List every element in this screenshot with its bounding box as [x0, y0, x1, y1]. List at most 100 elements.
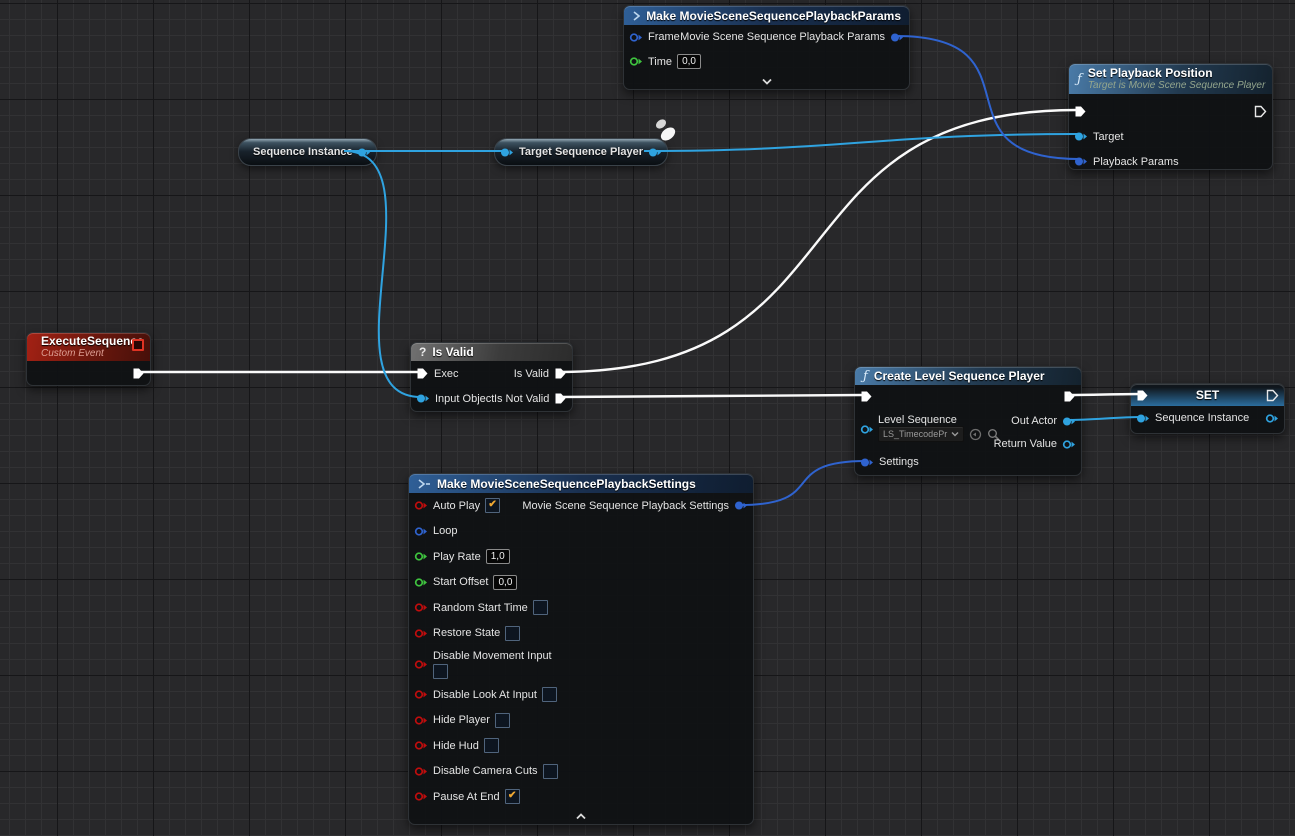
pin-hide-hud[interactable]: [414, 740, 428, 751]
pin-label-start-offset: Start Offset: [433, 576, 488, 588]
pin-target-in[interactable]: [500, 147, 514, 158]
pin-playback-params[interactable]: [1074, 156, 1088, 167]
node-get-sequence-instance[interactable]: Sequence Instance: [238, 138, 377, 166]
node-subtitle: Target is Movie Scene Sequence Player: [1088, 80, 1266, 91]
auto-play-checkbox[interactable]: ✔: [485, 498, 500, 513]
wire-settings-to-create: [740, 461, 866, 505]
pin-time[interactable]: [629, 56, 643, 67]
node-make-playback-settings[interactable]: Make MovieSceneSequencePlaybackSettings …: [408, 473, 754, 825]
event-delegate-pin[interactable]: [132, 339, 144, 351]
node-is-valid[interactable]: ? Is Valid Exec Is Valid Input Object Is…: [410, 342, 573, 412]
pin-label-hide-hud: Hide Hud: [433, 740, 479, 752]
expand-chevron-icon[interactable]: [761, 73, 773, 88]
pin-label-play-rate: Play Rate: [433, 551, 481, 563]
make-struct-icon: [632, 11, 640, 21]
pin-exec-in[interactable]: [1136, 389, 1149, 402]
pin-sequence-player-out[interactable]: [648, 147, 662, 158]
pin-label-disable-look-at-input: Disable Look At Input: [433, 689, 537, 701]
pin-out-actor[interactable]: [1062, 416, 1076, 427]
pin-pause-at-end[interactable]: [414, 791, 428, 802]
pin-settings-output[interactable]: [734, 500, 748, 511]
variable-label: Sequence Instance: [253, 146, 353, 158]
pin-label-target: Target: [1093, 131, 1124, 143]
pin-label-exec: Exec: [434, 368, 458, 380]
node-set-playback-position[interactable]: ƒ Set Playback Position Target is Movie …: [1068, 63, 1273, 170]
pin-frame[interactable]: [629, 32, 643, 43]
random-start-time-checkbox[interactable]: [533, 600, 548, 615]
node-subtitle: Custom Event: [41, 348, 144, 359]
pin-is-not-valid-out[interactable]: [554, 392, 567, 405]
node-title: Set Playback Position: [1088, 67, 1266, 80]
pin-label-settings-output: Movie Scene Sequence Playback Settings: [522, 500, 729, 512]
pin-exec-in[interactable]: [860, 390, 873, 403]
pin-label-playback-params: Playback Params: [1093, 156, 1179, 168]
pin-restore-state[interactable]: [414, 628, 428, 639]
pin-label-is-valid: Is Valid: [514, 368, 549, 380]
node-execute-sequence-event[interactable]: ExecuteSequence Custom Event: [26, 332, 151, 386]
pin-exec-out[interactable]: [1063, 390, 1076, 403]
node-title: ExecuteSequence: [41, 335, 144, 348]
pin-exec-out[interactable]: [1266, 389, 1279, 402]
pin-label-input-object: Input Object: [435, 393, 494, 405]
pin-disable-movement-input[interactable]: [414, 659, 428, 670]
pin-sequence-instance-out[interactable]: [1265, 413, 1279, 424]
function-icon: ƒ: [1077, 73, 1082, 86]
pin-label-sequence-player: Sequence Player: [555, 146, 643, 158]
wire-params-to-playbackparams: [896, 36, 1079, 159]
pin-random-start-time[interactable]: [414, 602, 428, 613]
pin-settings[interactable]: [860, 457, 874, 468]
pin-label-return-value: Return Value: [994, 438, 1057, 450]
pin-label-auto-play: Auto Play: [433, 500, 480, 512]
pin-is-valid-out[interactable]: [554, 367, 567, 380]
pin-start-offset[interactable]: [414, 577, 428, 588]
pin-input-object[interactable]: [416, 393, 430, 404]
pin-params-output[interactable]: [890, 32, 904, 43]
function-icon: ƒ: [863, 370, 868, 383]
disable-camera-cuts-checkbox[interactable]: [543, 764, 558, 779]
collapse-chevron-icon[interactable]: [575, 808, 587, 823]
node-get-sequence-player[interactable]: Target Sequence Player: [494, 138, 668, 166]
pin-disable-camera-cuts[interactable]: [414, 766, 428, 777]
pin-play-rate[interactable]: [414, 551, 428, 562]
hide-player-checkbox[interactable]: [495, 713, 510, 728]
hide-hud-checkbox[interactable]: [484, 738, 499, 753]
pin-label-pause-at-end: Pause At End: [433, 791, 500, 803]
node-set-sequence-instance[interactable]: SET Sequence Instance: [1130, 383, 1285, 434]
node-title: Create Level Sequence Player: [874, 369, 1045, 383]
pin-target[interactable]: [1074, 131, 1088, 142]
pin-label-restore-state: Restore State: [433, 627, 500, 639]
pin-label-frame: Frame: [648, 31, 680, 43]
pin-label-disable-camera-cuts: Disable Camera Cuts: [433, 765, 538, 777]
node-create-level-sequence-player[interactable]: ƒ Create Level Sequence Player Level Seq…: [854, 366, 1082, 476]
pin-exec-out[interactable]: [1254, 105, 1267, 118]
pin-exec-in[interactable]: [1074, 105, 1087, 118]
node-make-playback-params[interactable]: Make MovieSceneSequencePlaybackParams Fr…: [623, 5, 910, 90]
play-rate-input[interactable]: 1,0: [486, 549, 510, 564]
pin-hide-player[interactable]: [414, 715, 428, 726]
pin-disable-look-at-input[interactable]: [414, 689, 428, 700]
pin-label-loop: Loop: [433, 525, 457, 537]
pin-exec-out[interactable]: [132, 367, 145, 380]
blueprint-graph-canvas[interactable]: Make MovieSceneSequencePlaybackParams Fr…: [0, 0, 1295, 836]
pin-auto-play[interactable]: [414, 500, 428, 511]
pin-label-disable-movement-input: Disable Movement Input: [433, 650, 552, 662]
disable-look-at-input-checkbox[interactable]: [542, 687, 557, 702]
pin-loop[interactable]: [414, 526, 428, 537]
pause-at-end-checkbox[interactable]: ✔: [505, 789, 520, 804]
pin-exec-in[interactable]: [416, 367, 429, 380]
wire-exec-isnotvalid-to-create: [559, 395, 864, 397]
start-offset-input[interactable]: 0,0: [493, 575, 517, 590]
restore-state-checkbox[interactable]: [505, 626, 520, 641]
node-title: Is Valid: [432, 345, 473, 359]
pin-label-settings: Settings: [879, 456, 919, 468]
pin-label-out-actor: Out Actor: [1011, 415, 1057, 427]
pin-sequence-instance-in[interactable]: [1136, 413, 1150, 424]
pin-return-value[interactable]: [1062, 439, 1076, 450]
disable-movement-input-checkbox[interactable]: [433, 664, 448, 679]
time-value-input[interactable]: 0,0: [677, 54, 701, 69]
pin-label-random-start-time: Random Start Time: [433, 602, 528, 614]
node-title: Make MovieSceneSequencePlaybackSettings: [437, 477, 696, 491]
make-struct-icon: [417, 479, 431, 489]
pin-label-time: Time: [648, 56, 672, 68]
pin-sequence-instance-out[interactable]: [357, 147, 371, 158]
